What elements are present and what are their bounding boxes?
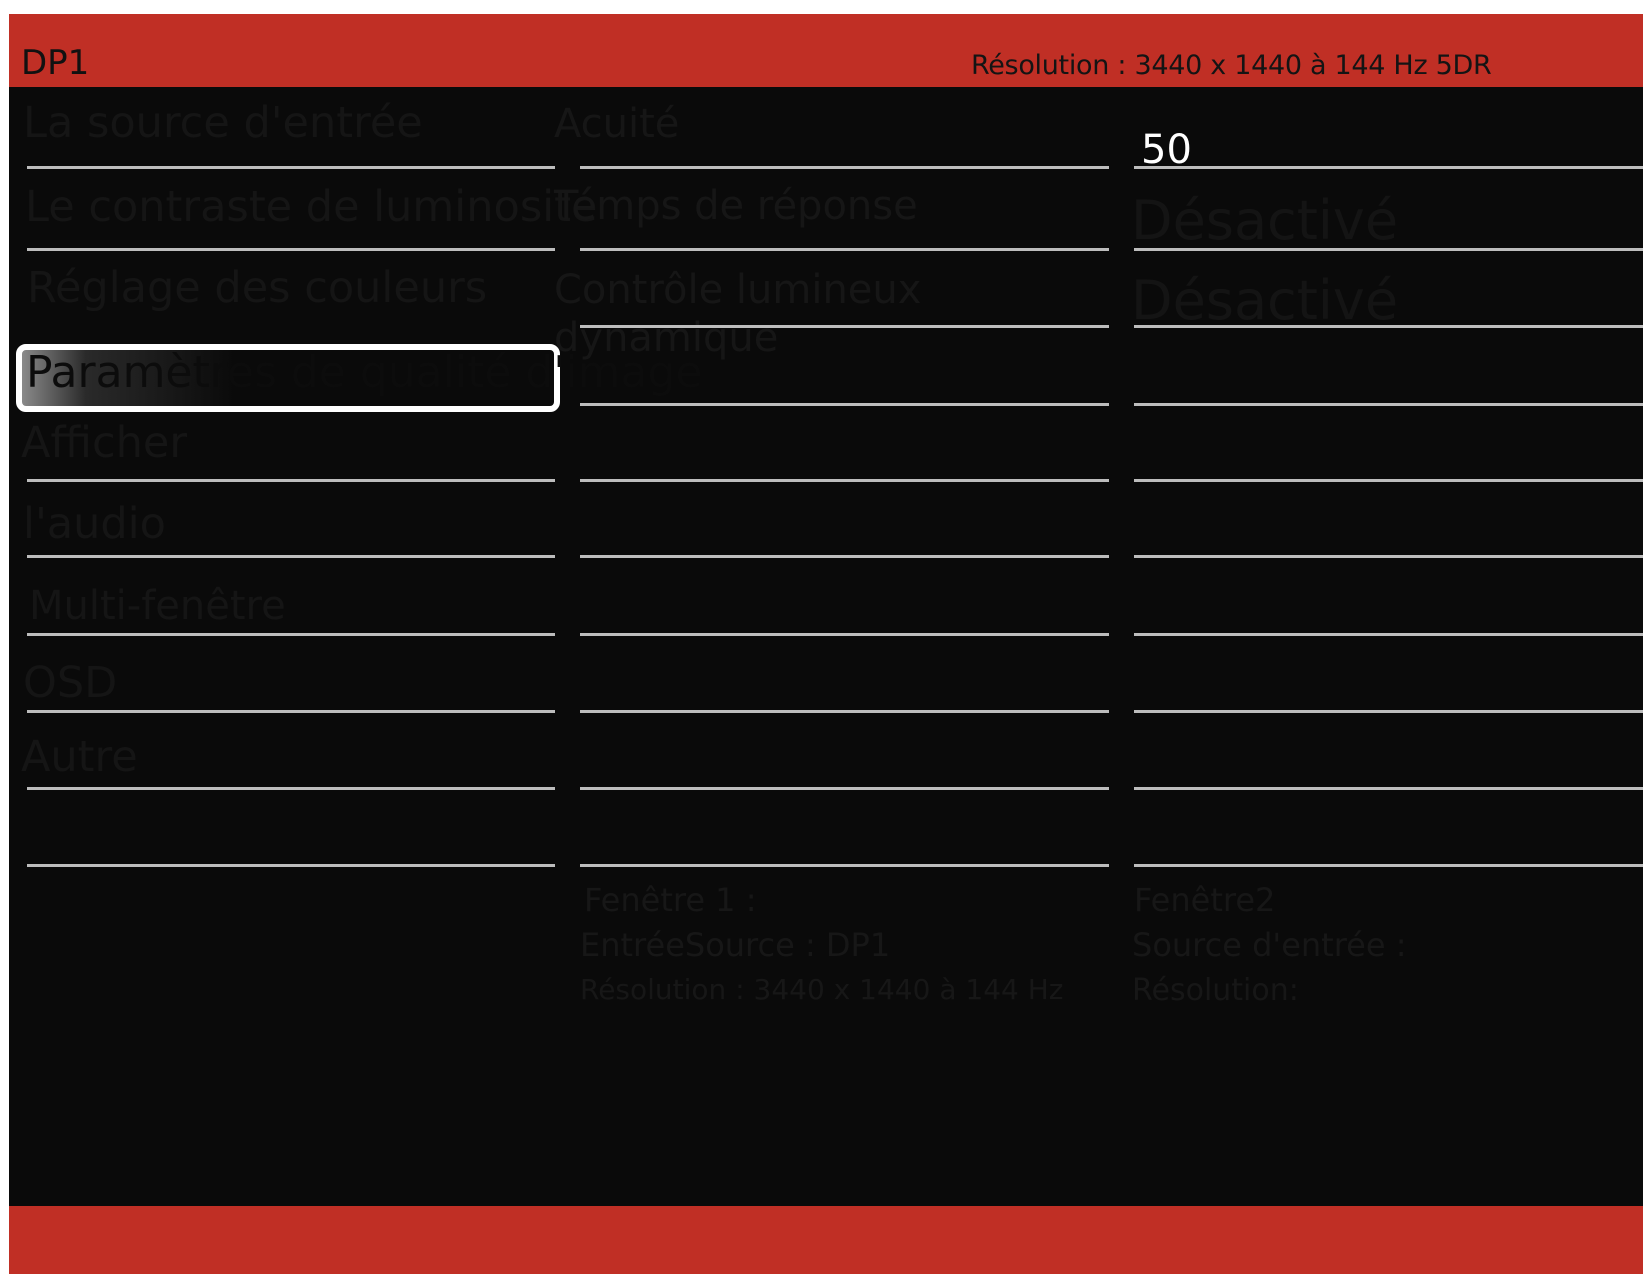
divider: [1134, 555, 1643, 558]
divider: [27, 248, 555, 251]
divider: [27, 166, 555, 169]
menu-item-display[interactable]: Afficher: [21, 422, 187, 465]
divider: [580, 787, 1109, 790]
window1-source: EntréeSource : DP1: [580, 926, 891, 964]
response-time-value[interactable]: Désactivé: [1131, 194, 1398, 248]
window2-source: Source d'entrée :: [1132, 926, 1407, 964]
divider: [580, 325, 1109, 328]
menu-item-input-source[interactable]: La source d'entrée: [23, 102, 423, 145]
menu-item-brightness-contrast[interactable]: Le contraste de luminosité: [25, 186, 597, 229]
divider: [1134, 710, 1643, 713]
menu-item-color-settings[interactable]: Réglage des couleurs: [27, 267, 487, 310]
divider: [580, 864, 1109, 867]
sharpness-value[interactable]: 50: [1141, 130, 1192, 170]
submenu-item-sharpness[interactable]: Acuité: [554, 104, 679, 144]
divider: [580, 479, 1109, 482]
submenu-item-dynamic-light-control[interactable]: Contrôle lumineux dynamique: [554, 266, 1024, 362]
divider: [1134, 248, 1643, 251]
divider: [1134, 325, 1643, 328]
divider: [1134, 787, 1643, 790]
divider: [580, 248, 1109, 251]
dynamic-light-control-value[interactable]: Désactivé: [1131, 274, 1398, 328]
menu-item-osd[interactable]: OSD: [23, 662, 117, 705]
divider: [27, 864, 555, 867]
divider: [580, 166, 1109, 169]
divider: [580, 555, 1109, 558]
osd-menu: DP1 Résolution : 3440 x 1440 à 144 Hz 5D…: [9, 14, 1643, 1274]
divider: [580, 633, 1109, 636]
header-bar: DP1 Résolution : 3440 x 1440 à 144 Hz 5D…: [9, 14, 1643, 87]
divider: [27, 633, 555, 636]
menu-item-audio[interactable]: l'audio: [23, 503, 166, 546]
divider: [580, 710, 1109, 713]
divider: [1134, 633, 1643, 636]
divider: [1134, 403, 1643, 406]
menu-item-other[interactable]: Autre: [21, 736, 138, 779]
divider: [580, 403, 1109, 406]
submenu-item-response-time[interactable]: Temps de réponse: [554, 186, 918, 226]
divider: [1134, 166, 1643, 169]
divider: [27, 555, 555, 558]
divider: [27, 710, 555, 713]
window1-resolution: Résolution : 3440 x 1440 à 144 Hz: [580, 973, 1064, 1006]
window2-title: Fenêtre2: [1134, 881, 1276, 919]
divider: [1134, 864, 1643, 867]
footer-bar: [9, 1206, 1643, 1274]
window1-title: Fenêtre 1 :: [584, 881, 757, 919]
resolution-label: Résolution : 3440 x 1440 à 144 Hz 5DR: [971, 50, 1492, 81]
divider: [1134, 479, 1643, 482]
input-source-label: DP1: [21, 43, 90, 83]
divider: [27, 479, 555, 482]
divider: [27, 787, 555, 790]
menu-item-multi-window[interactable]: Multi-fenêtre: [29, 586, 286, 626]
window2-resolution: Résolution:: [1132, 973, 1299, 1008]
